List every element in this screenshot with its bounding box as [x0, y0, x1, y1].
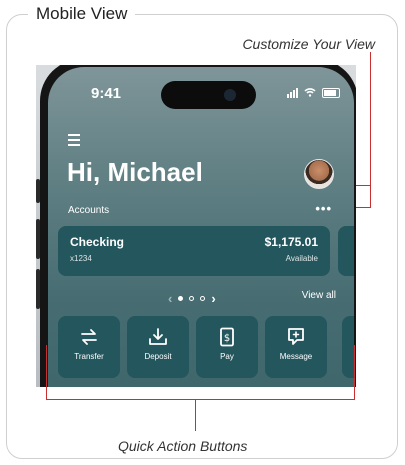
- customize-view-annotation: Customize Your View: [242, 36, 375, 52]
- side-button: [36, 219, 40, 259]
- view-all-link[interactable]: View all: [302, 290, 336, 301]
- account-balance: $1,175.01: [264, 235, 318, 249]
- account-name: Checking: [70, 235, 125, 249]
- account-status: Available: [285, 254, 318, 263]
- callout-line: [354, 345, 355, 400]
- callout-line: [46, 345, 47, 400]
- callout-line: [46, 399, 355, 400]
- side-button: [36, 179, 40, 203]
- account-card-next[interactable]: [338, 226, 354, 276]
- chevron-left-icon[interactable]: ‹: [168, 291, 172, 306]
- deposit-icon: [149, 328, 167, 345]
- status-time: 9:41: [91, 85, 122, 102]
- pager-dot[interactable]: [189, 296, 195, 301]
- callout-line: [195, 399, 196, 431]
- accounts-label: Accounts: [68, 205, 110, 216]
- pay-label: Pay: [220, 352, 234, 361]
- quick-action-next[interactable]: [342, 316, 354, 378]
- greeting-heading: Hi, Michael: [67, 157, 203, 187]
- panel-title: Mobile View: [28, 4, 136, 24]
- message-button[interactable]: Message: [265, 316, 327, 378]
- message-icon: [288, 328, 304, 345]
- svg-text:$: $: [224, 333, 230, 344]
- pager-dot[interactable]: [178, 296, 184, 301]
- deposit-label: Deposit: [144, 352, 172, 361]
- carousel-pager: ‹ ›: [168, 291, 216, 306]
- wifi-icon: [304, 87, 316, 99]
- status-bar: 9:41: [48, 81, 354, 109]
- phone-screenshot: 9:41 Hi, Michael Accounts ••• Checking x…: [36, 65, 356, 387]
- transfer-label: Transfer: [74, 352, 104, 361]
- battery-icon: [322, 88, 340, 98]
- pay-icon: $: [220, 327, 234, 347]
- account-card-checking[interactable]: Checking x1234 $1,175.01 Available: [58, 226, 330, 276]
- avatar[interactable]: [304, 159, 334, 189]
- quick-action-annotation: Quick Action Buttons: [118, 438, 248, 454]
- deposit-button[interactable]: Deposit: [127, 316, 189, 378]
- camera-icon: [224, 89, 236, 101]
- side-button: [36, 269, 40, 309]
- dynamic-island: [161, 81, 256, 109]
- callout-line: [370, 52, 371, 207]
- phone-screen: 9:41 Hi, Michael Accounts ••• Checking x…: [48, 67, 354, 387]
- account-number: x1234: [70, 254, 92, 263]
- pay-button[interactable]: $ Pay: [196, 316, 258, 378]
- hamburger-menu-icon[interactable]: [68, 134, 80, 149]
- pager-dot[interactable]: [200, 296, 206, 301]
- more-dots-icon[interactable]: •••: [315, 201, 332, 216]
- message-label: Message: [279, 352, 313, 361]
- transfer-icon: [81, 329, 97, 345]
- chevron-right-icon[interactable]: ›: [211, 291, 215, 306]
- signal-icon: [287, 88, 298, 98]
- phone-body: 9:41 Hi, Michael Accounts ••• Checking x…: [36, 65, 356, 387]
- transfer-button[interactable]: Transfer: [58, 316, 120, 378]
- status-icons: [287, 87, 340, 99]
